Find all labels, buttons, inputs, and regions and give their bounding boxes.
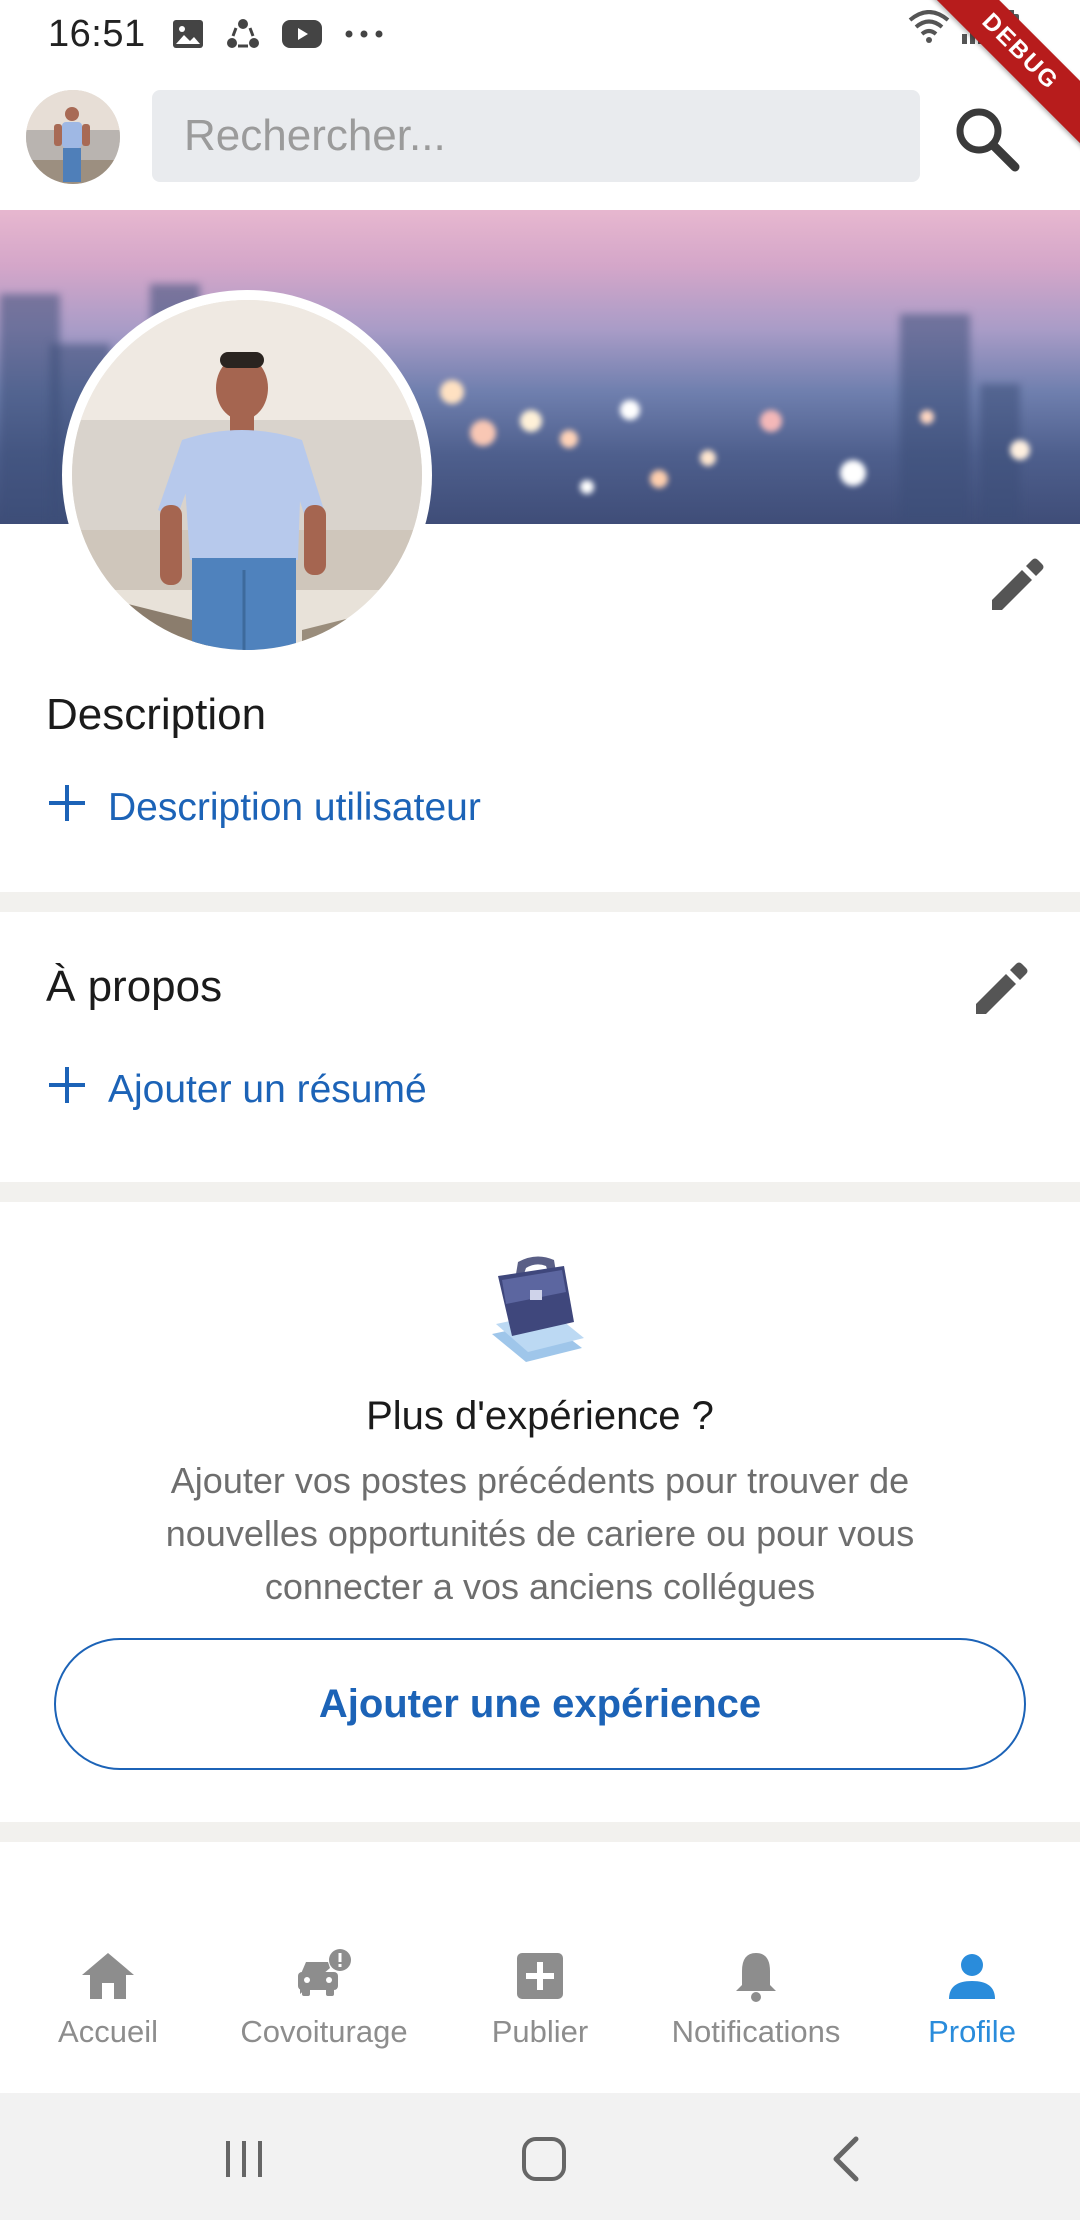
bottom-navigation: Accueil Covoiturage Publier Notification… — [0, 1900, 1080, 2093]
edit-profile-pencil-icon[interactable] — [984, 554, 1048, 618]
nav-label: Profile — [928, 2014, 1016, 2049]
description-title: Description — [46, 690, 267, 739]
more-dots-icon — [344, 29, 384, 39]
nav-label: Covoiturage — [240, 2014, 408, 2049]
status-bar: 16:51 DEBUG — [0, 0, 1080, 160]
nav-label: Notifications — [671, 2014, 841, 2049]
nav-item-publier[interactable]: Publier — [432, 1900, 648, 2093]
image-icon — [172, 19, 204, 49]
nav-label: Accueil — [58, 2014, 158, 2049]
experience-description: Ajouter vos postes précédents pour trouv… — [165, 1460, 915, 1607]
section-divider — [0, 892, 1080, 912]
add-box-icon — [510, 1946, 570, 2006]
add-experience-button[interactable]: Ajouter une expérience — [54, 1638, 1026, 1770]
youtube-icon — [281, 20, 322, 48]
add-summary-label: Ajouter un résumé — [108, 1068, 427, 1111]
section-divider — [0, 1182, 1080, 1202]
add-summary-button[interactable]: Ajouter un résumé — [46, 1064, 427, 1116]
experience-title: Plus d'expérience ? — [366, 1394, 714, 1438]
nav-item-notifications[interactable]: Notifications — [648, 1900, 864, 2093]
nav-item-accueil[interactable]: Accueil — [0, 1900, 216, 2093]
home-button-icon[interactable] — [516, 2131, 572, 2187]
recent-apps-icon[interactable] — [216, 2131, 272, 2187]
profile-photo[interactable] — [62, 290, 432, 660]
car-alert-icon — [294, 1946, 354, 2006]
search-input[interactable]: Rechercher... — [152, 90, 920, 182]
search-icon[interactable] — [946, 98, 1026, 178]
bell-icon — [726, 1946, 786, 2006]
home-icon — [78, 1946, 138, 2006]
plus-icon — [46, 1064, 88, 1116]
nav-item-covoiturage[interactable]: Covoiturage — [216, 1900, 432, 2093]
nav-label: Publier — [491, 2014, 589, 2049]
status-time: 16:51 — [48, 12, 146, 55]
add-description-button[interactable]: Description utilisateur — [46, 782, 481, 834]
nav-item-profile[interactable]: Profile — [864, 1900, 1080, 2093]
profile-screen: 16:51 DEBUG Rechercher... Description De… — [0, 0, 1080, 2220]
about-title: À propos — [46, 962, 223, 1011]
avatar[interactable] — [26, 90, 120, 184]
edit-about-pencil-icon[interactable] — [968, 958, 1032, 1022]
person-icon — [942, 1946, 1002, 2006]
app-bar: Rechercher... — [0, 68, 1080, 208]
back-icon[interactable] — [820, 2131, 876, 2187]
plus-icon — [46, 782, 88, 834]
sync-icon — [226, 18, 260, 50]
add-description-label: Description utilisateur — [108, 786, 481, 829]
system-navigation-bar — [0, 2093, 1080, 2220]
section-divider — [0, 1822, 1080, 1842]
briefcase-icon — [478, 1252, 594, 1368]
